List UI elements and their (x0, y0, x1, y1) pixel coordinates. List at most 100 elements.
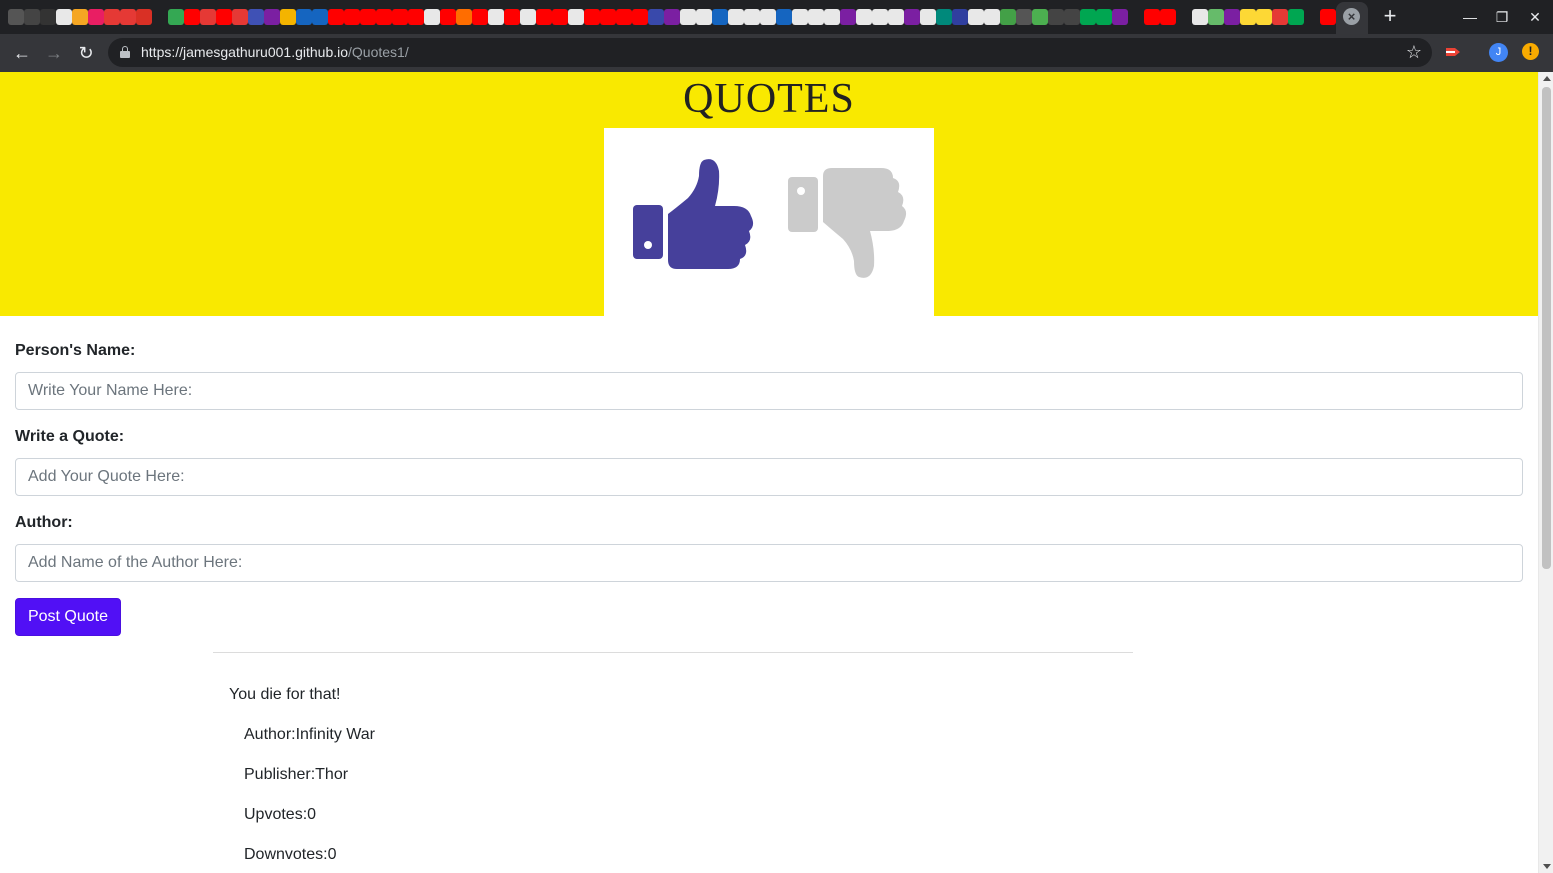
extension-icon[interactable] (1443, 42, 1463, 62)
pinned-tab-favicon-icon[interactable] (904, 9, 920, 25)
pinned-tab-favicon-icon[interactable] (40, 9, 56, 25)
address-bar[interactable]: https://jamesgathuru001.github.io/Quotes… (108, 38, 1432, 67)
pinned-tab-favicon-icon[interactable] (376, 9, 392, 25)
pinned-tab-favicon-icon[interactable] (760, 9, 776, 25)
close-window-icon[interactable]: ✕ (1524, 6, 1546, 28)
pinned-tab-favicon-icon[interactable] (1000, 9, 1016, 25)
pinned-tab-favicon-icon[interactable] (632, 9, 648, 25)
pinned-tab-favicon-icon[interactable] (1048, 9, 1064, 25)
pinned-tab-favicon-icon[interactable] (424, 9, 440, 25)
pinned-tab-favicon-icon[interactable] (1016, 9, 1032, 25)
name-input[interactable] (15, 372, 1523, 410)
pinned-tab-favicon-icon[interactable] (1144, 9, 1160, 25)
restore-window-icon[interactable]: ❐ (1491, 6, 1513, 28)
pinned-tab-favicon-icon[interactable] (872, 9, 888, 25)
pinned-tab-favicon-icon[interactable] (184, 9, 200, 25)
pinned-tab-favicon-icon[interactable] (824, 9, 840, 25)
pinned-tab-favicon-icon[interactable] (920, 9, 936, 25)
pinned-tab-favicon-icon[interactable] (1272, 9, 1288, 25)
quote-input[interactable] (15, 458, 1523, 496)
pinned-tab-favicon-icon[interactable] (72, 9, 88, 25)
pinned-tab-favicon-icon[interactable] (136, 9, 152, 25)
pinned-tab-favicon-icon[interactable] (1288, 9, 1304, 25)
pinned-tab-favicon-icon[interactable] (776, 9, 792, 25)
pinned-tab-favicon-icon[interactable] (936, 9, 952, 25)
pinned-tab-favicon-icon[interactable] (168, 9, 184, 25)
pinned-tab-favicon-icon[interactable] (680, 9, 696, 25)
pinned-tab-favicon-icon[interactable] (712, 9, 728, 25)
update-alert-icon[interactable]: ! (1522, 43, 1539, 60)
pinned-tab-favicon-icon[interactable] (1224, 9, 1240, 25)
pinned-tab-favicon-icon[interactable] (616, 9, 632, 25)
pinned-tab-favicon-icon[interactable] (536, 9, 552, 25)
forward-arrow-icon[interactable]: → (40, 39, 68, 67)
pinned-tab-favicon-icon[interactable] (1240, 9, 1256, 25)
pinned-tab-favicon-icon[interactable] (1096, 9, 1112, 25)
pinned-tab-favicon-icon[interactable] (1176, 9, 1192, 25)
pinned-tab-favicon-icon[interactable] (88, 9, 104, 25)
pinned-tab-favicon-icon[interactable] (392, 9, 408, 25)
author-input[interactable] (15, 544, 1523, 582)
pinned-tab-favicon-icon[interactable] (328, 9, 344, 25)
pinned-tab-favicon-icon[interactable] (248, 9, 264, 25)
pinned-tab-favicon-icon[interactable] (888, 9, 904, 25)
pinned-tab-favicon-icon[interactable] (264, 9, 280, 25)
pinned-tab-favicon-icon[interactable] (728, 9, 744, 25)
pinned-tab-favicon-icon[interactable] (1032, 9, 1048, 25)
pinned-tab-favicon-icon[interactable] (200, 9, 216, 25)
pinned-tab-favicon-icon[interactable] (648, 9, 664, 25)
page-scrollbar[interactable] (1538, 72, 1553, 873)
pinned-tab-favicon-icon[interactable] (1304, 9, 1320, 25)
scroll-down-arrow-icon[interactable] (1543, 864, 1551, 869)
pinned-tab-favicon-icon[interactable] (1320, 9, 1336, 25)
pinned-tab-favicon-icon[interactable] (1080, 9, 1096, 25)
pinned-tab-favicon-icon[interactable] (808, 9, 824, 25)
bookmark-star-icon[interactable]: ☆ (1406, 41, 1422, 63)
pinned-tab-favicon-icon[interactable] (1160, 9, 1176, 25)
pinned-tab-favicon-icon[interactable] (856, 9, 872, 25)
pinned-tab-favicon-icon[interactable] (344, 9, 360, 25)
pinned-tab-favicon-icon[interactable] (488, 9, 504, 25)
pinned-tab-favicon-icon[interactable] (1256, 9, 1272, 25)
pinned-tab-favicon-icon[interactable] (296, 9, 312, 25)
pinned-tab-favicon-icon[interactable] (552, 9, 568, 25)
pinned-tab-favicon-icon[interactable] (984, 9, 1000, 25)
pinned-tab-favicon-icon[interactable] (8, 9, 24, 25)
pinned-tab-favicon-icon[interactable] (280, 9, 296, 25)
pinned-tab-favicon-icon[interactable] (56, 9, 72, 25)
pinned-tab-favicon-icon[interactable] (408, 9, 424, 25)
pinned-tab-favicon-icon[interactable] (504, 9, 520, 25)
pinned-tab-favicon-icon[interactable] (696, 9, 712, 25)
reload-icon[interactable]: ↻ (72, 39, 100, 67)
pinned-tab-favicon-icon[interactable] (472, 9, 488, 25)
scroll-up-arrow-icon[interactable] (1543, 76, 1551, 81)
pinned-tab-favicon-icon[interactable] (440, 9, 456, 25)
scrollbar-thumb[interactable] (1542, 87, 1551, 569)
pinned-tab-favicon-icon[interactable] (216, 9, 232, 25)
pinned-tab-favicon-icon[interactable] (600, 9, 616, 25)
pinned-tab-favicon-icon[interactable] (360, 9, 376, 25)
pinned-tab-favicon-icon[interactable] (24, 9, 40, 25)
pinned-tab-favicon-icon[interactable] (792, 9, 808, 25)
profile-avatar[interactable]: J (1489, 43, 1508, 62)
pinned-tab-favicon-icon[interactable] (968, 9, 984, 25)
pinned-tab-favicon-icon[interactable] (1208, 9, 1224, 25)
pinned-tab-favicon-icon[interactable] (456, 9, 472, 25)
pinned-tab-favicon-icon[interactable] (744, 9, 760, 25)
new-tab-plus-icon[interactable]: + (1380, 5, 1400, 27)
close-tab-icon[interactable]: × (1343, 8, 1360, 25)
pinned-tab-favicon-icon[interactable] (120, 9, 136, 25)
back-arrow-icon[interactable]: ← (8, 39, 36, 67)
pinned-tab-favicon-icon[interactable] (232, 9, 248, 25)
pinned-tab-favicon-icon[interactable] (152, 9, 168, 25)
pinned-tab-favicon-icon[interactable] (952, 9, 968, 25)
pinned-tab-favicon-icon[interactable] (1112, 9, 1128, 25)
pinned-tab-favicon-icon[interactable] (520, 9, 536, 25)
pinned-tab-favicon-icon[interactable] (568, 9, 584, 25)
pinned-tab-favicon-icon[interactable] (664, 9, 680, 25)
pinned-tab-favicon-icon[interactable] (104, 9, 120, 25)
pinned-tab-favicon-icon[interactable] (312, 9, 328, 25)
pinned-tab-favicon-icon[interactable] (1192, 9, 1208, 25)
post-quote-button[interactable]: Post Quote (15, 598, 121, 636)
pinned-tab-favicon-icon[interactable] (584, 9, 600, 25)
